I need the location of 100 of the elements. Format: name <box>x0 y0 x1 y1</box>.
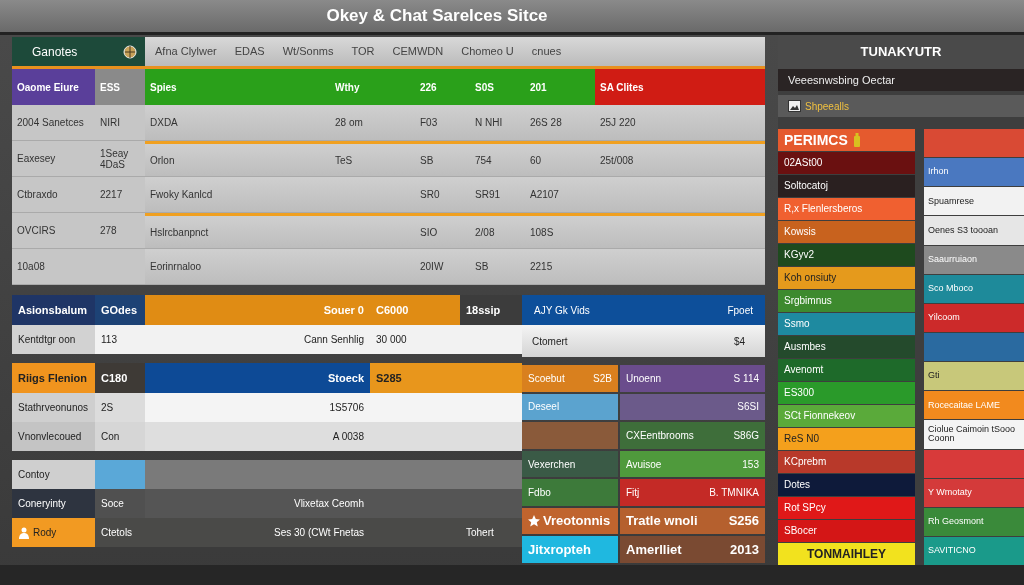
item-label: PERIMCS <box>784 132 848 148</box>
order-tile[interactable]: Scoebut S2B <box>522 365 618 392</box>
tile-label: Jitxropteh <box>528 541 591 559</box>
cell-text: N NHI <box>475 117 503 128</box>
item-label: Rh Geosmont <box>928 517 984 527</box>
cell-text: 28 om <box>335 117 363 128</box>
list-item[interactable]: SBocer <box>778 520 915 542</box>
list-item[interactable]: ES300 <box>778 382 915 404</box>
item-label: Irhon <box>928 167 949 177</box>
cell-text: Wthy <box>335 81 360 93</box>
list-item[interactable]: Yilcoom <box>924 303 1024 332</box>
column-header[interactable]: EDAS <box>234 43 265 60</box>
cell-text: NIRI <box>100 117 120 128</box>
summary-label: Ctomert <box>532 334 568 349</box>
order-tile[interactable]: Vreotonnis <box>522 507 618 535</box>
order-tile[interactable]: S6SI <box>620 393 765 421</box>
list-item[interactable]: KGyv2 <box>778 244 915 266</box>
list-item[interactable]: 02ASt00 <box>778 152 915 174</box>
list-item[interactable]: Kowsis <box>778 221 915 243</box>
shop-bar[interactable]: Shpeealls <box>778 95 1024 117</box>
list-item[interactable] <box>924 129 1024 158</box>
order-tile[interactable] <box>522 422 618 449</box>
list-item[interactable]: Srgbimnus <box>778 290 915 312</box>
globe-icon <box>123 44 137 59</box>
list-item[interactable]: Ausmbes <box>778 336 915 358</box>
item-label: Ciolue Caimoin tSooo Coonn <box>928 425 1017 444</box>
list-item[interactable] <box>924 333 1024 362</box>
item-label: Koh onsiuty <box>784 272 837 284</box>
cell-text: SR0 <box>420 189 440 200</box>
cell-text: Eorinrnaloo <box>150 261 202 272</box>
cell-text: 201 <box>530 81 547 93</box>
list-item[interactable]: Dotes <box>778 474 915 496</box>
column-header[interactable]: Wt/Sonms <box>282 43 334 60</box>
list-item[interactable]: Spuamrese <box>924 187 1024 216</box>
order-tile[interactable]: Fdbo <box>522 479 618 506</box>
order-tile[interactable]: Fitj B. TMNIKA <box>620 479 765 506</box>
cell-text: 20IW <box>420 261 444 272</box>
cell-text: S0S <box>475 81 494 93</box>
list-item[interactable]: ReS N0 <box>778 428 915 450</box>
cell-text: A2107 <box>530 189 559 200</box>
item-label: Dotes <box>784 479 811 491</box>
cell-text: Orlon <box>150 154 175 166</box>
tile-label: Deseel <box>528 400 560 415</box>
item-label: Kowsis <box>784 226 816 238</box>
list-item[interactable]: Rh Geosmont <box>924 507 1024 536</box>
list-item[interactable]: Gti <box>924 362 1024 391</box>
list-item[interactable]: Avenomt <box>778 359 915 381</box>
cell-text: ESS <box>100 81 120 93</box>
cell-text: 1S5706 <box>329 401 364 415</box>
list-item[interactable]: Y Wmotaty <box>924 478 1024 507</box>
order-tile[interactable]: Unoenn S 114 <box>620 365 765 392</box>
cell-text: Rody <box>33 526 57 540</box>
cell-text: SB <box>475 261 489 272</box>
window-title: Okey & Chat Sarelces Sitce <box>326 5 548 28</box>
column-header[interactable]: Chomeo U <box>461 43 514 60</box>
order-tile[interactable]: Vexerchen <box>522 450 618 478</box>
tile-label: Vexerchen <box>528 457 576 472</box>
list-item[interactable]: TONMAIHLEY <box>778 543 915 565</box>
tile-label: Avuisoe <box>626 457 662 472</box>
item-label: Saaurruiaon <box>928 254 978 265</box>
column-header[interactable]: Afna Clylwer <box>155 43 217 60</box>
item-label: Y Wmotaty <box>928 488 972 498</box>
list-item[interactable]: Sco Mboco <box>924 274 1024 303</box>
cell-text: Tohert <box>466 526 494 540</box>
cell-text: Eaxesey <box>17 153 56 164</box>
list-item[interactable]: Ssmo <box>778 313 915 335</box>
list-item[interactable]: R,x Flenlersberos <box>778 198 915 220</box>
list-item[interactable]: SCt Fionnekeov <box>778 405 915 427</box>
column-header[interactable]: TOR <box>351 43 375 60</box>
list-item[interactable]: Saaurruiaon <box>924 245 1024 274</box>
list-item[interactable]: Oenes S3 toooan <box>924 216 1024 245</box>
list-item[interactable]: Koh onsiuty <box>778 267 915 289</box>
cell-text: 226 <box>420 81 437 93</box>
tile-label: Fitj <box>626 486 640 501</box>
order-tile[interactable]: CXEentbrooms S86G <box>620 422 765 449</box>
tile-value: 153 <box>742 457 759 472</box>
item-label: SBocer <box>784 525 817 537</box>
cell-text: Kentdtgr oon <box>18 333 76 347</box>
list-item[interactable]: Ciolue Caimoin tSooo Coonn <box>924 420 1024 449</box>
column-header[interactable]: CEMWDN <box>392 43 444 60</box>
list-item[interactable]: SAVITICNO <box>924 536 1024 566</box>
order-tile[interactable]: Tratle wnoli S256 <box>620 507 765 535</box>
cell-text: GOdes <box>101 302 138 318</box>
cell-text: Souer 0 <box>323 302 364 318</box>
order-tile[interactable]: Avuisoe 153 <box>620 450 765 478</box>
item-label: ES300 <box>784 387 815 399</box>
list-item[interactable]: KCprebm <box>778 451 915 473</box>
tile-label: Amerlliet <box>626 541 682 559</box>
list-item[interactable]: Irhon <box>924 158 1024 187</box>
cell-text: TeS <box>335 154 353 166</box>
cell-text: 1Seay 4DaS <box>100 147 130 170</box>
list-item[interactable]: PERIMCS <box>778 129 915 151</box>
column-header[interactable]: cnues <box>531 43 562 60</box>
list-item[interactable]: Soltocatoj <box>778 175 915 197</box>
list-item[interactable]: Rot SPcy <box>778 497 915 519</box>
list-item[interactable] <box>924 449 1024 478</box>
cell-text: Coneryinty <box>18 497 66 511</box>
cell-text: Oaome Eiure <box>17 81 79 93</box>
order-tile[interactable]: Amerlliet 2013 <box>620 536 765 564</box>
tile-label: Vreotonnis <box>543 512 611 531</box>
